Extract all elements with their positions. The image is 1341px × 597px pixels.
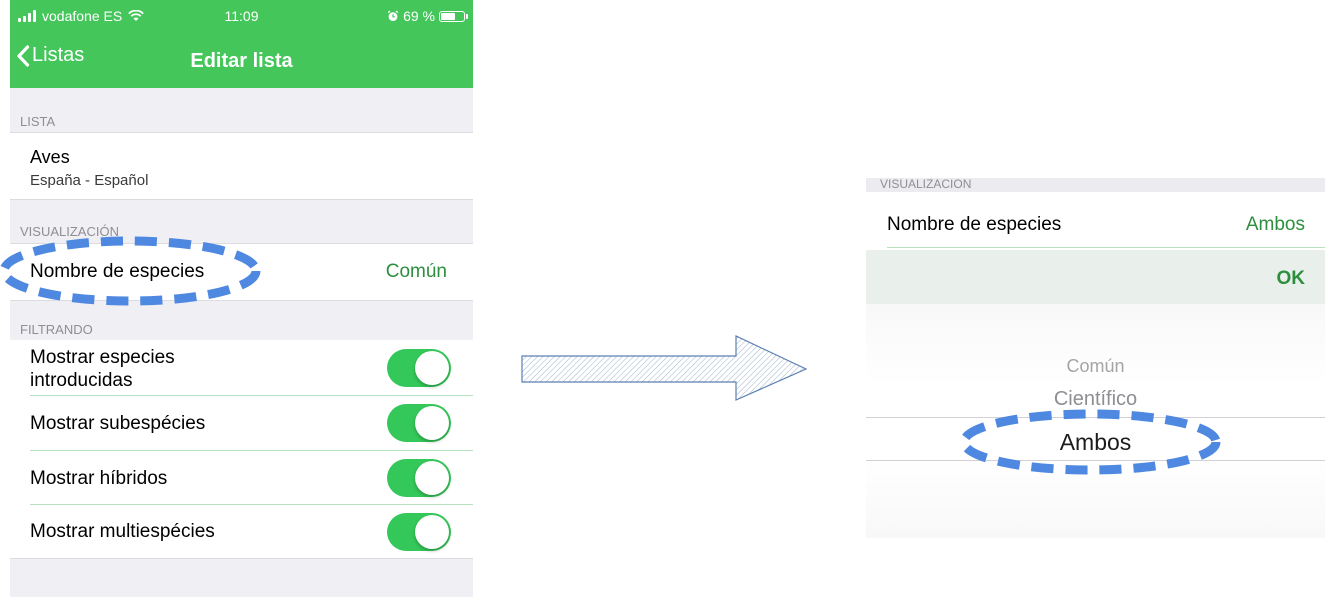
highlight-oval-left <box>0 236 261 306</box>
battery-icon <box>439 10 468 22</box>
section-header-filtrando: FILTRANDO <box>20 322 93 337</box>
filter-label-introduced: Mostrar especies introducidas <box>30 347 175 391</box>
toggle-hybrids[interactable] <box>387 459 451 497</box>
filter-row-introduced: Mostrar especies introducidas <box>10 340 473 396</box>
picker-toolbar: OK <box>866 250 1325 304</box>
highlight-oval-right <box>960 409 1221 475</box>
filter-label-hybrids: Mostrar híbridos <box>30 468 168 489</box>
right-arrow-icon <box>521 335 808 401</box>
section-header-lista: LISTA <box>20 114 56 129</box>
toggle-introduced[interactable] <box>387 349 451 387</box>
battery-percent: 69 % <box>403 8 435 24</box>
list-title: Aves <box>30 147 70 167</box>
filter-row-multispecies: Mostrar multiespécies <box>10 505 473 558</box>
status-right: 69 % <box>387 8 468 24</box>
page-title: Editar lista <box>190 50 293 72</box>
picker-panel: VISUALIZACION Nombre de especies Ambos O… <box>866 178 1325 538</box>
picker-section-header: VISUALIZACION <box>866 178 1325 192</box>
picker-species-name-row[interactable]: Nombre de especies Ambos <box>866 192 1325 248</box>
toggle-subspecies[interactable] <box>387 404 451 442</box>
filter-label-subspecies: Mostrar subespécies <box>30 413 206 434</box>
picker-option-comun[interactable]: Común <box>866 356 1325 377</box>
list-cell-aves[interactable]: Aves España - Español <box>10 132 473 200</box>
filter-row-subspecies: Mostrar subespécies <box>10 396 473 451</box>
filter-label-multispecies: Mostrar multiespécies <box>30 521 215 542</box>
status-bar: vodafone ES 11:09 69 % <box>10 0 473 32</box>
picker-row-label: Nombre de especies <box>887 214 1062 235</box>
screenshot-canvas: vodafone ES 11:09 69 % Listas Editar lis… <box>0 0 1341 597</box>
species-name-value: Común <box>385 261 447 282</box>
list-subtitle: España - Español <box>30 172 149 189</box>
ok-button[interactable]: OK <box>1277 268 1306 290</box>
navigation-bar: Listas Editar lista <box>10 32 473 88</box>
picker-row-value: Ambos <box>1245 214 1305 235</box>
filter-group: Mostrar especies introducidas Mostrar su… <box>10 340 473 559</box>
alarm-icon <box>387 10 399 21</box>
filter-row-hybrids: Mostrar híbridos <box>10 451 473 505</box>
toggle-multispecies[interactable] <box>387 513 451 551</box>
